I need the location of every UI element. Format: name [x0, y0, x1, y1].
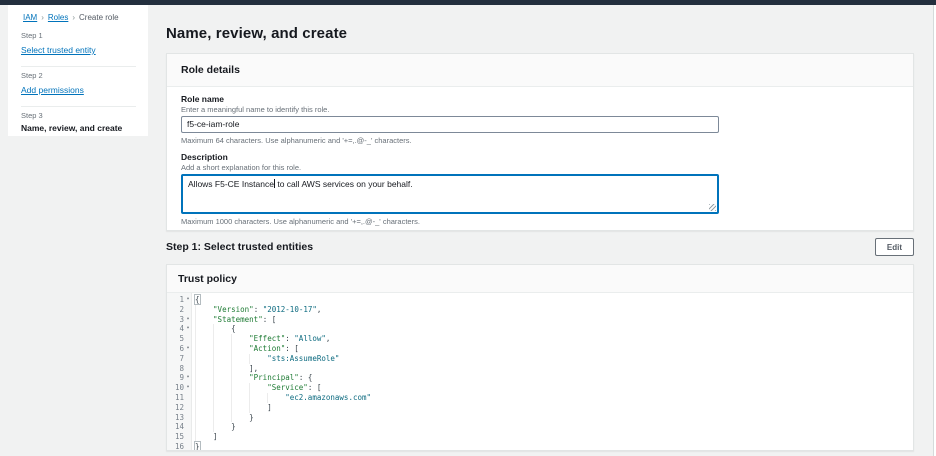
sidebar-item-add-permissions[interactable]: Add permissions [21, 85, 84, 95]
line-number: 14 [167, 422, 184, 432]
edit-button[interactable]: Edit [875, 238, 914, 256]
line-number: 16 [167, 442, 184, 451]
breadcrumb-link-iam[interactable]: IAM [23, 13, 37, 22]
code-line: 6▾"Action": [ [167, 344, 913, 354]
fold-caret-empty [184, 422, 192, 432]
fold-caret-empty [184, 393, 192, 403]
divider [21, 106, 136, 107]
code-line: 5"Effect": "Allow", [167, 334, 913, 344]
fold-caret-empty [184, 354, 192, 364]
fold-caret-empty [184, 413, 192, 423]
breadcrumb: IAM › Roles › Create role [8, 5, 148, 23]
line-number: 7 [167, 354, 184, 364]
code-line: 3▾"Statement": [ [167, 315, 913, 325]
description-textarea[interactable]: Allows F5-CE Instance to call AWS servic… [181, 174, 719, 214]
fold-caret-empty [184, 403, 192, 413]
fold-caret-icon[interactable]: ▾ [184, 383, 192, 393]
line-number: 8 [167, 364, 184, 374]
description-value: Allows F5-CE Instance to call AWS servic… [188, 179, 413, 189]
chevron-right-icon: › [72, 13, 75, 22]
trust-policy-card: Trust policy 1▾{2"Version": "2012-10-17"… [166, 264, 914, 451]
code-line: 8], [167, 364, 913, 374]
wizard-steps-nav: Step 1 Select trusted entity Step 2 Add … [8, 23, 148, 133]
step1-section-heading: Step 1: Select trusted entities [166, 241, 313, 253]
code-line: 10▾"Service": [ [167, 383, 913, 393]
fold-caret-empty [184, 305, 192, 315]
code-line: 11"ec2.amazonaws.com" [167, 393, 913, 403]
role-name-label: Role name [181, 94, 899, 104]
role-name-hint: Maximum 64 characters. Use alphanumeric … [181, 136, 899, 145]
description-helper: Add a short explanation for this role. [181, 163, 899, 172]
line-number: 10 [167, 383, 184, 393]
trust-policy-editor[interactable]: 1▾{2"Version": "2012-10-17",3▾"Statement… [167, 293, 913, 451]
role-details-card: Role details Role name Enter a meaningfu… [166, 53, 914, 231]
fold-caret-empty [184, 334, 192, 344]
fold-caret-empty [184, 364, 192, 374]
line-number: 12 [167, 403, 184, 413]
role-name-helper: Enter a meaningful name to identify this… [181, 105, 899, 114]
line-number: 13 [167, 413, 184, 423]
code-line: 12] [167, 403, 913, 413]
fold-caret-icon[interactable]: ▾ [184, 324, 192, 334]
role-name-input[interactable]: f5-ce-iam-role [181, 116, 719, 133]
line-number: 5 [167, 334, 184, 344]
fold-caret-icon[interactable]: ▾ [184, 295, 192, 305]
sidebar-item-select-trusted-entity[interactable]: Select trusted entity [21, 45, 96, 55]
code-line: 2"Version": "2012-10-17", [167, 305, 913, 315]
line-number: 4 [167, 324, 184, 334]
code-line: 7"sts:AssumeRole" [167, 354, 913, 364]
description-label: Description [181, 152, 899, 162]
side-navigation-panel: IAM › Roles › Create role Step 1 Select … [8, 5, 148, 136]
sidebar-item-name-review-create: Name, review, and create [21, 123, 148, 133]
fold-caret-empty [184, 432, 192, 442]
line-number: 11 [167, 393, 184, 403]
code-line: 4▾{ [167, 324, 913, 334]
line-number: 6 [167, 344, 184, 354]
trust-policy-header: Trust policy [167, 265, 913, 293]
divider [21, 66, 136, 67]
line-number: 2 [167, 305, 184, 315]
line-number: 15 [167, 432, 184, 442]
fold-caret-icon[interactable]: ▾ [184, 315, 192, 325]
line-number: 9 [167, 373, 184, 383]
fold-caret-icon[interactable]: ▾ [184, 373, 192, 383]
breadcrumb-current: Create role [79, 13, 119, 22]
code-line: 15] [167, 432, 913, 442]
role-details-header: Role details [167, 54, 913, 87]
description-hint: Maximum 1000 characters. Use alphanumeri… [181, 217, 899, 226]
page-title: Name, review, and create [166, 25, 347, 42]
step1-section-row: Step 1: Select trusted entities Edit [166, 236, 914, 258]
breadcrumb-link-roles[interactable]: Roles [48, 13, 68, 22]
step-1-label: Step 1 [21, 31, 148, 40]
fold-caret-icon[interactable]: ▾ [184, 344, 192, 354]
resize-handle-icon[interactable] [709, 204, 716, 211]
chevron-right-icon: › [41, 13, 44, 22]
fold-caret-empty [184, 442, 192, 451]
step-2-label: Step 2 [21, 71, 148, 80]
code-line: 1▾{ [167, 295, 913, 305]
code-line: 13} [167, 413, 913, 423]
line-number: 3 [167, 315, 184, 325]
code-line: 16} [167, 442, 913, 451]
step-3-label: Step 3 [21, 111, 148, 120]
code-line: 9▾"Principal": { [167, 373, 913, 383]
line-number: 1 [167, 295, 184, 305]
code-line: 14} [167, 422, 913, 432]
